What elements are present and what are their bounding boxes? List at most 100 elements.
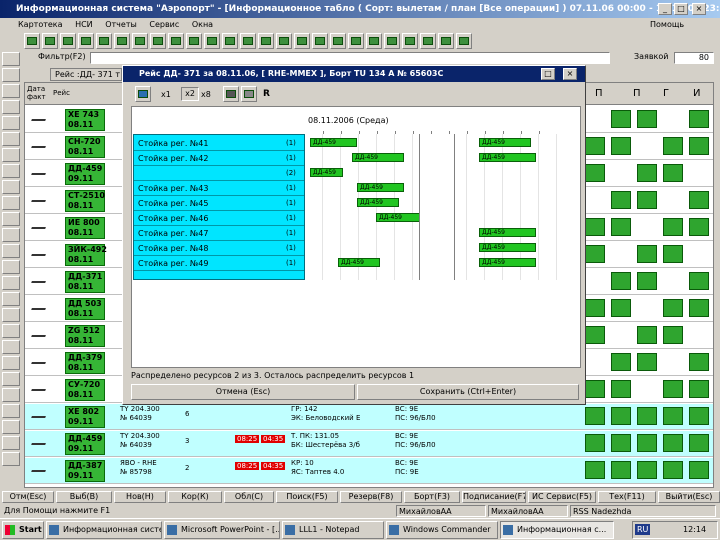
flight-cell[interactable]: ДД-459 09.11 <box>65 433 105 455</box>
function-key-12[interactable]: Выйти(Esc) <box>658 491 720 503</box>
status-icon[interactable] <box>611 380 631 398</box>
gantt-bar[interactable]: ДД-459 <box>357 183 404 192</box>
status-icon[interactable] <box>637 326 657 344</box>
status-icon[interactable] <box>611 110 631 128</box>
flight-cell[interactable]: СУ-720 08.11 <box>65 379 105 401</box>
function-key-5[interactable]: Обл(С) <box>224 491 274 503</box>
status-icon[interactable] <box>585 164 605 182</box>
sidebar-button-17[interactable] <box>2 308 20 322</box>
function-key-10[interactable]: ИС Сервис(F5) <box>528 491 596 503</box>
status-icon[interactable] <box>637 164 657 182</box>
gantt-bar[interactable]: ДД-459 <box>479 258 536 267</box>
r-button[interactable]: R <box>263 89 270 99</box>
sidebar-button-4[interactable] <box>2 100 20 114</box>
sidebar-button-26[interactable] <box>2 452 20 466</box>
status-icon[interactable] <box>663 245 683 263</box>
status-icon[interactable] <box>689 353 709 371</box>
status-icon[interactable] <box>637 110 657 128</box>
status-icon[interactable] <box>585 407 605 425</box>
sidebar-button-15[interactable] <box>2 276 20 290</box>
sidebar-button-7[interactable] <box>2 148 20 162</box>
function-key-7[interactable]: Резерв(F8) <box>340 491 402 503</box>
flight-cell[interactable]: СТ-2510 08.11 <box>65 190 105 212</box>
status-icon[interactable] <box>689 191 709 209</box>
toolbar-button-6[interactable] <box>114 33 130 49</box>
status-icon[interactable] <box>585 461 605 479</box>
toolbar-button-13[interactable] <box>240 33 256 49</box>
gantt-bar[interactable]: ДД-459 <box>479 243 536 252</box>
grid-toggle-icon[interactable] <box>241 86 257 102</box>
sidebar-button-6[interactable] <box>2 132 20 146</box>
sidebar-button-8[interactable] <box>2 164 20 178</box>
start-button[interactable]: Start <box>2 521 44 539</box>
toolbar-button-14[interactable] <box>258 33 274 49</box>
menu-item-reports[interactable]: Отчеты <box>105 20 137 29</box>
taskbar-item[interactable]: Microsoft PowerPoint - [... <box>164 521 280 539</box>
toolbar-button-3[interactable] <box>60 33 76 49</box>
maximize-button[interactable]: □ <box>674 3 688 15</box>
language-indicator[interactable]: RU <box>635 524 651 535</box>
flight-cell[interactable]: ДД-387 09.11 <box>65 460 105 482</box>
sidebar-button-22[interactable] <box>2 388 20 402</box>
flight-cell[interactable]: ДД 503 08.11 <box>65 298 105 320</box>
flight-cell[interactable]: ХЕ 743 08.11 <box>65 109 105 131</box>
toolbar-button-5[interactable] <box>96 33 112 49</box>
minimize-button[interactable]: _ <box>658 3 672 15</box>
taskbar-item[interactable]: LLL1 - Notepad <box>282 521 384 539</box>
gantt-bar[interactable]: ДД-459 <box>479 138 531 147</box>
function-key-8[interactable]: Борт(F3) <box>404 491 460 503</box>
dialog-maximize-button[interactable]: □ <box>541 68 555 80</box>
status-icon[interactable] <box>637 434 657 452</box>
menu-item-service[interactable]: Сервис <box>149 20 179 29</box>
flight-cell[interactable]: ИЕ 800 08.11 <box>65 217 105 239</box>
gantt-bar[interactable]: ДД-459 <box>338 258 380 267</box>
toolbar-button-11[interactable] <box>204 33 220 49</box>
status-icon[interactable] <box>663 434 683 452</box>
function-key-4[interactable]: Кор(К) <box>168 491 222 503</box>
toolbar-button-17[interactable] <box>312 33 328 49</box>
toolbar-button-16[interactable] <box>294 33 310 49</box>
sidebar-button-13[interactable] <box>2 244 20 258</box>
sidebar-button-1[interactable] <box>2 52 20 66</box>
toolbar-button-23[interactable] <box>420 33 436 49</box>
toolbar-button-12[interactable] <box>222 33 238 49</box>
status-icon[interactable] <box>611 299 631 317</box>
sidebar-button-20[interactable] <box>2 356 20 370</box>
function-key-2[interactable]: Выб(В) <box>56 491 112 503</box>
status-icon[interactable] <box>689 380 709 398</box>
taskbar-item[interactable]: Информационная систе... <box>46 521 162 539</box>
status-icon[interactable] <box>585 299 605 317</box>
gantt-bar[interactable]: ДД-459 <box>352 153 404 162</box>
status-icon[interactable] <box>689 299 709 317</box>
toolbar-button-18[interactable] <box>330 33 346 49</box>
status-icon[interactable] <box>585 218 605 236</box>
toolbar-button-15[interactable] <box>276 33 292 49</box>
sidebar-button-3[interactable] <box>2 84 20 98</box>
toolbar-button-10[interactable] <box>186 33 202 49</box>
menu-item-help[interactable]: Помощь <box>650 18 684 31</box>
status-icon[interactable] <box>689 110 709 128</box>
menu-item-nsi[interactable]: НСИ <box>75 20 93 29</box>
status-icon[interactable] <box>611 272 631 290</box>
filter-label[interactable]: Фильтр(F2) <box>38 52 86 61</box>
status-icon[interactable] <box>611 137 631 155</box>
function-key-1[interactable]: Отм(Esc) <box>2 491 54 503</box>
dialog-close-button[interactable]: × <box>563 68 577 80</box>
toolbar-button-21[interactable] <box>384 33 400 49</box>
status-icon[interactable] <box>611 218 631 236</box>
grid-tab-title[interactable]: Рейс :ДД- 371 т <box>50 68 122 81</box>
status-icon[interactable] <box>637 353 657 371</box>
status-icon[interactable] <box>637 272 657 290</box>
status-icon[interactable] <box>689 218 709 236</box>
toolbar-button-7[interactable] <box>132 33 148 49</box>
sidebar-button-10[interactable] <box>2 196 20 210</box>
gantt-bar[interactable]: ДД-459 <box>357 198 399 207</box>
gantt-bar[interactable]: ДД-459 <box>376 213 423 222</box>
status-icon[interactable] <box>689 137 709 155</box>
toolbar-button-19[interactable] <box>348 33 364 49</box>
sidebar-button-21[interactable] <box>2 372 20 386</box>
function-key-11[interactable]: Тех(F11) <box>598 491 656 503</box>
save-button[interactable]: Сохранить (Ctrl+Enter) <box>357 384 579 400</box>
status-icon[interactable] <box>585 380 605 398</box>
status-icon[interactable] <box>689 461 709 479</box>
